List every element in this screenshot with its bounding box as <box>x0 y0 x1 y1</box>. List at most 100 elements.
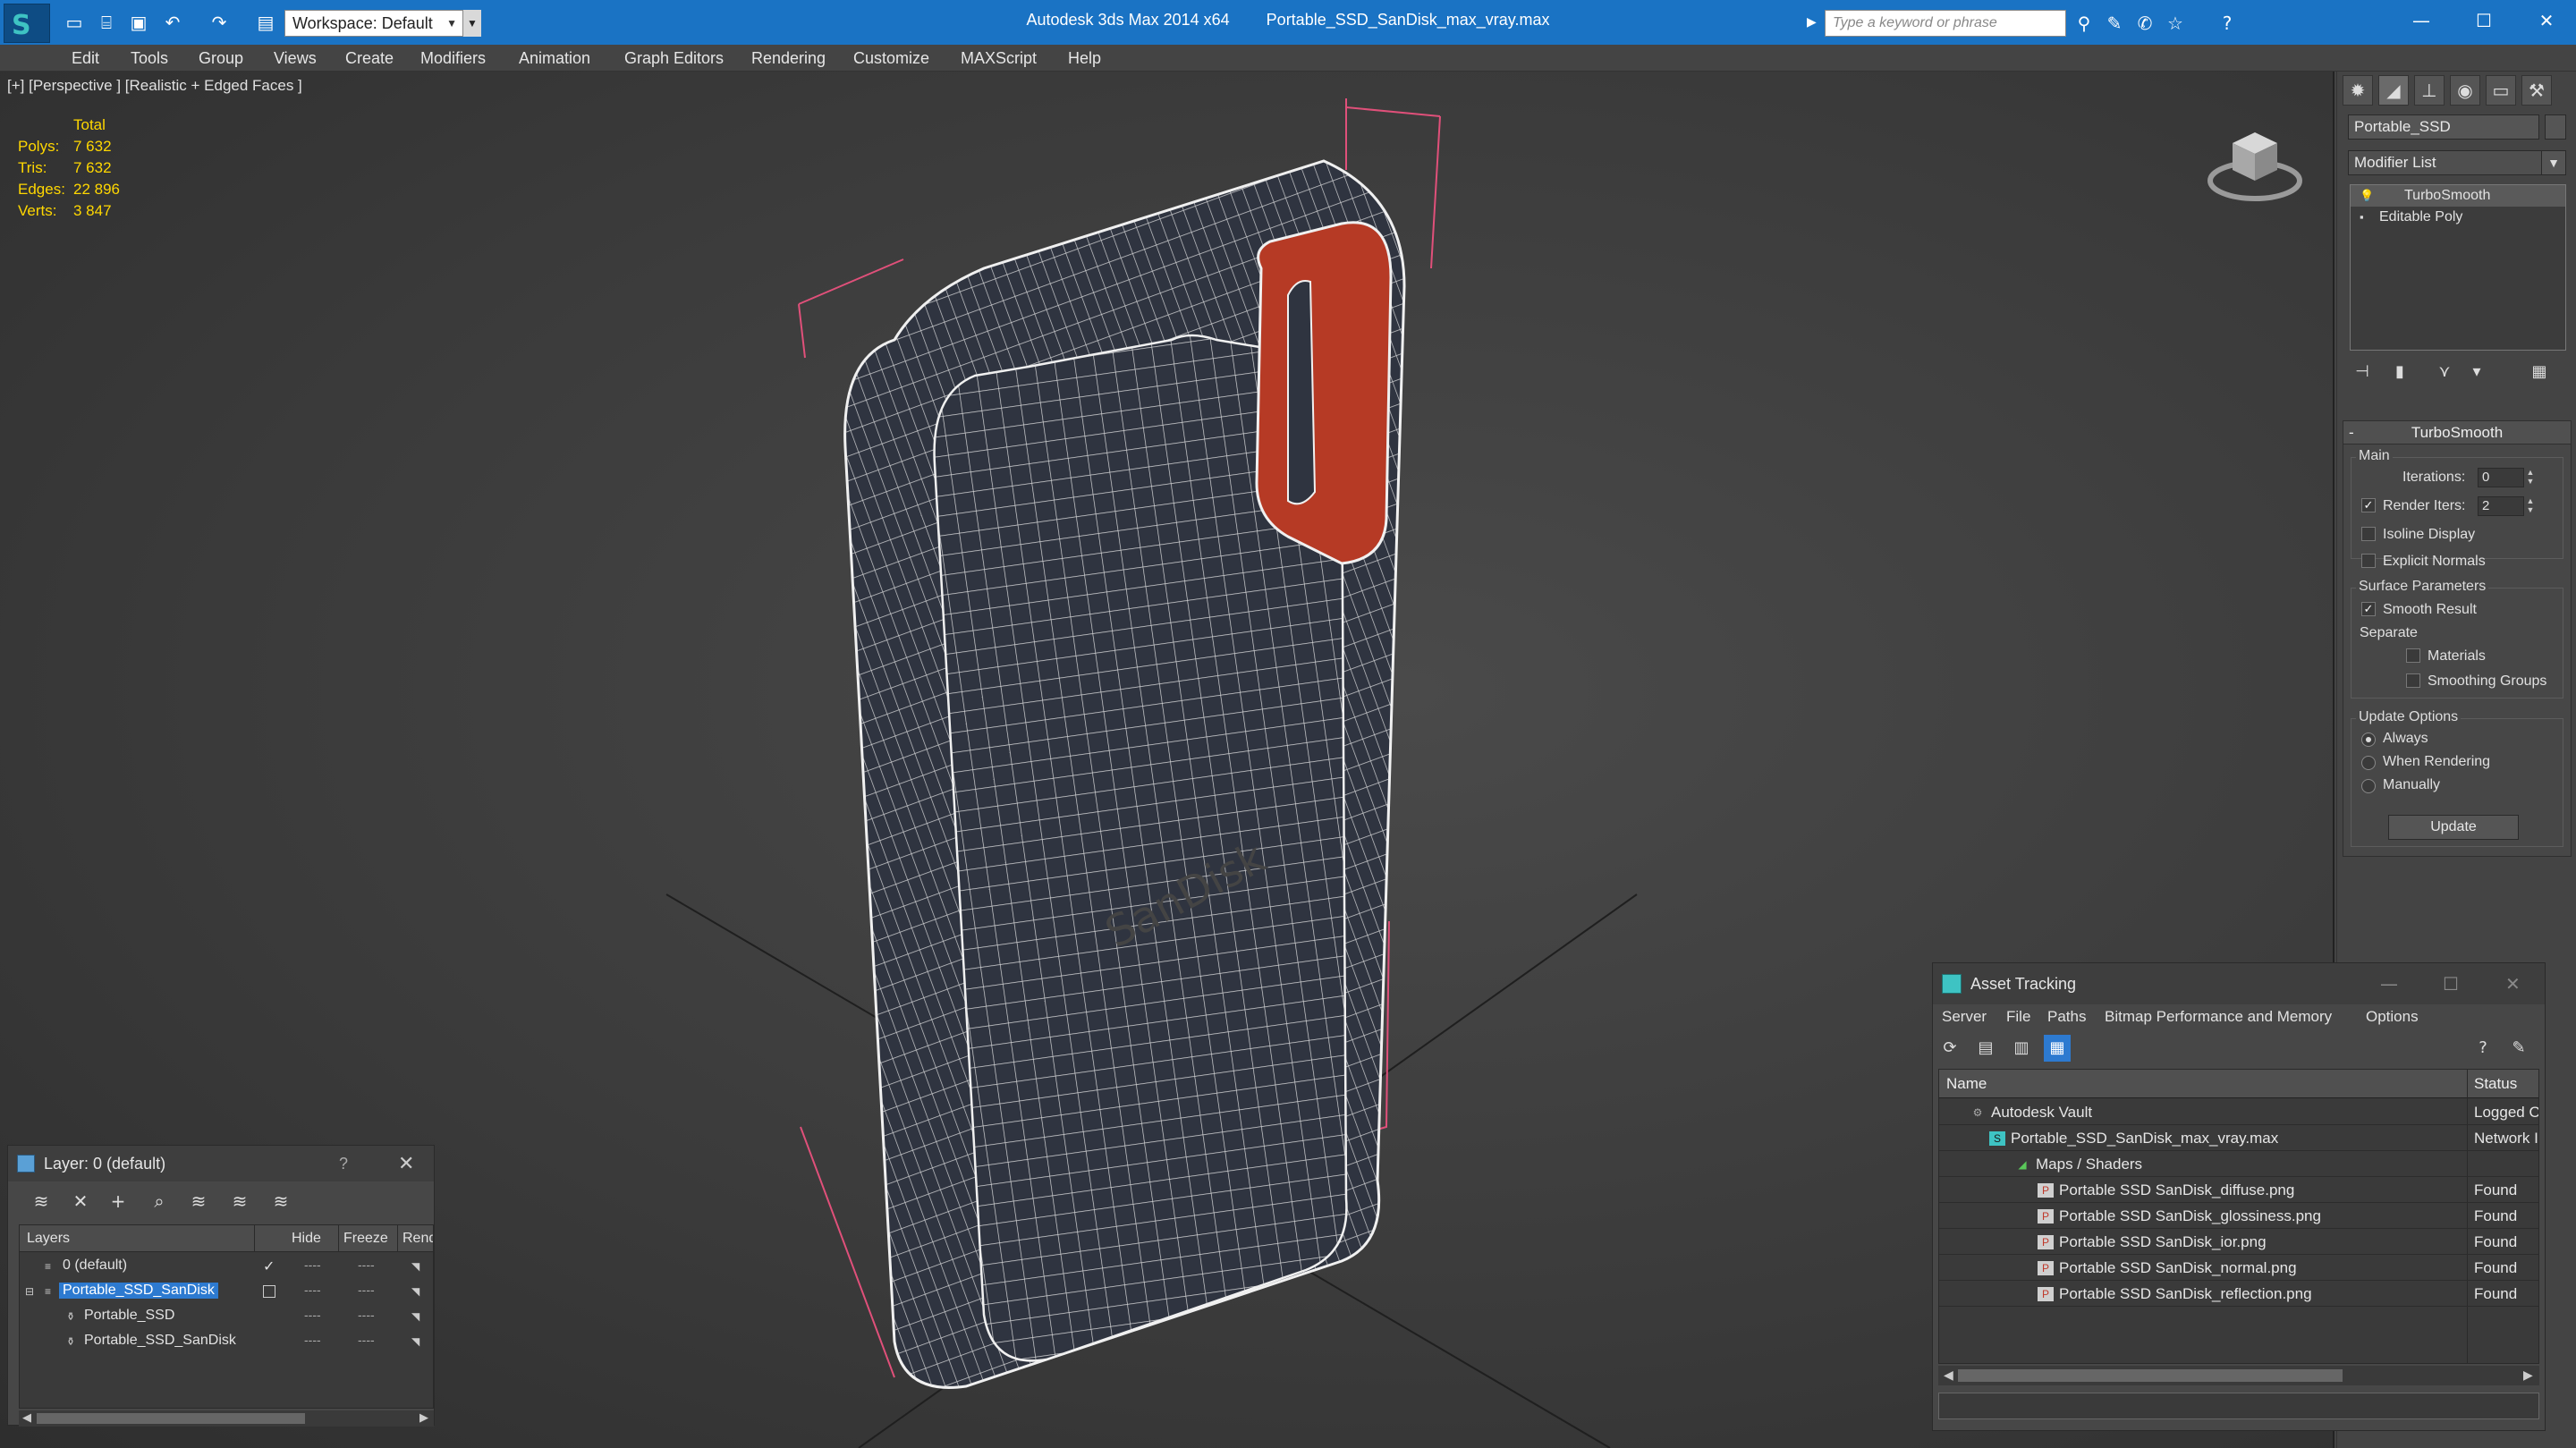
utilities-icon[interactable]: ⚒ <box>2521 75 2552 106</box>
add-selection-icon[interactable]: + <box>105 1189 131 1214</box>
freeze-all-icon[interactable]: ≋ <box>267 1189 294 1214</box>
maximize-icon[interactable]: ☐ <box>2443 963 2459 1004</box>
asset-row[interactable]: S Portable_SSD_SanDisk_max_vray.max Netw… <box>1939 1126 2538 1151</box>
render-teapot-icon[interactable]: ◥ <box>411 1335 424 1348</box>
asset-row[interactable]: P Portable SSD SanDisk_diffuse.png Found <box>1939 1178 2538 1203</box>
menu-options[interactable]: Options <box>2366 1008 2419 1026</box>
column-freeze[interactable]: Freeze <box>343 1231 388 1247</box>
column-render[interactable]: Rend <box>402 1231 433 1247</box>
menu-help[interactable]: Help <box>1068 49 1101 68</box>
scroll-right-icon[interactable]: ▶ <box>2523 1368 2533 1383</box>
spinner-arrows-icon[interactable]: ▲ ▼ <box>2524 468 2537 487</box>
object-name-field[interactable]: Portable_SSD <box>2348 114 2539 140</box>
when-rendering-radio[interactable] <box>2361 756 2376 770</box>
menu-bitmap-performance[interactable]: Bitmap Performance and Memory <box>2105 1008 2332 1026</box>
render-iters-spinner[interactable]: 2 <box>2478 496 2524 516</box>
hide-toggle[interactable]: ---- <box>304 1333 321 1347</box>
smoothing-groups-checkbox[interactable] <box>2406 673 2420 688</box>
pin-icon[interactable]: ✎ <box>2505 1035 2532 1062</box>
menu-group[interactable]: Group <box>199 49 243 68</box>
hierarchy-icon[interactable]: ⊥ <box>2414 75 2445 106</box>
hide-toggle[interactable]: ---- <box>304 1283 321 1297</box>
close-icon[interactable]: ✕ <box>398 1146 414 1181</box>
menu-customize[interactable]: Customize <box>853 49 929 68</box>
binoculars-icon[interactable]: ⚲ <box>2072 11 2097 36</box>
asset-row[interactable]: P Portable SSD SanDisk_reflection.png Fo… <box>1939 1282 2538 1307</box>
menu-file[interactable]: File <box>2006 1008 2030 1026</box>
app-menu-button[interactable]: S <box>4 4 50 43</box>
chevron-down-icon[interactable]: ▼ <box>2541 150 2566 175</box>
stack-item-turbosmooth[interactable]: 💡 TurboSmooth <box>2351 185 2565 207</box>
hide-toggle[interactable]: ---- <box>304 1257 321 1272</box>
column-status[interactable]: Status <box>2474 1075 2517 1093</box>
explicit-normals-checkbox[interactable] <box>2361 554 2376 568</box>
menu-tools[interactable]: Tools <box>131 49 168 68</box>
hide-toggle[interactable]: ---- <box>304 1308 321 1322</box>
refresh-icon[interactable]: ⟳ <box>1936 1035 1963 1062</box>
close-icon[interactable]: ✕ <box>2505 963 2521 1004</box>
render-teapot-icon[interactable]: ◥ <box>411 1260 424 1273</box>
menu-rendering[interactable]: Rendering <box>751 49 826 68</box>
asset-row[interactable]: ◢ Maps / Shaders <box>1939 1152 2538 1177</box>
search-expand-icon[interactable]: ▶ <box>1807 14 1817 30</box>
lightbulb-icon[interactable]: 💡 <box>2360 189 2374 203</box>
modifier-list-select[interactable]: Modifier List <box>2348 150 2557 175</box>
scroll-right-icon[interactable]: ▶ <box>419 1410 428 1425</box>
isoline-checkbox[interactable] <box>2361 527 2376 541</box>
layer-add-icon[interactable]: ≋ <box>28 1189 55 1214</box>
table-view-icon[interactable]: ▥ <box>2008 1035 2035 1062</box>
show-end-result-icon[interactable]: ▮ <box>2387 360 2412 385</box>
manually-radio[interactable] <box>2361 779 2376 793</box>
make-unique-icon[interactable]: ⋎ <box>2432 360 2457 385</box>
menu-server[interactable]: Server <box>1942 1008 1987 1026</box>
new-file-icon[interactable]: ▭ <box>63 11 86 34</box>
materials-checkbox[interactable] <box>2406 648 2420 663</box>
list-view-icon[interactable]: ▤ <box>1972 1035 1999 1062</box>
redo-icon[interactable]: ↷ <box>208 11 231 34</box>
menu-views[interactable]: Views <box>274 49 317 68</box>
always-radio[interactable] <box>2361 732 2376 747</box>
active-layer-check-icon[interactable]: ✓ <box>263 1257 275 1275</box>
horizontal-scrollbar[interactable]: ◀ ▶ <box>19 1410 434 1427</box>
layer-row[interactable]: ⚱ Portable_SSD ---- ---- ◥ <box>20 1304 433 1329</box>
asset-row[interactable]: P Portable SSD SanDisk_ior.png Found <box>1939 1230 2538 1255</box>
communication-icon[interactable]: ✆ <box>2132 11 2157 36</box>
viewcube-icon[interactable] <box>2206 113 2304 211</box>
highlight-layer-icon[interactable]: ≋ <box>185 1189 212 1214</box>
search-input[interactable]: Type a keyword or phrase <box>1825 10 2066 37</box>
favorites-star-icon[interactable]: ☆ <box>2163 11 2188 36</box>
freeze-toggle[interactable]: ---- <box>358 1283 375 1297</box>
viewport-label[interactable]: [+] [Perspective ] [Realistic + Edged Fa… <box>7 77 302 95</box>
hide-all-icon[interactable]: ≋ <box>226 1189 253 1214</box>
spinner-arrows-icon[interactable]: ▲ ▼ <box>2524 496 2537 516</box>
motion-icon[interactable]: ◉ <box>2450 75 2480 106</box>
render-teapot-icon[interactable]: ◥ <box>411 1310 424 1323</box>
scroll-left-icon[interactable]: ◀ <box>1944 1368 1953 1383</box>
iterations-spinner[interactable]: 0 <box>2478 468 2524 487</box>
project-folder-icon[interactable]: ▤ <box>254 11 277 34</box>
menu-modifiers[interactable]: Modifiers <box>420 49 486 68</box>
display-icon[interactable]: ▭ <box>2486 75 2516 106</box>
grid-view-icon[interactable]: ▦ <box>2044 1035 2071 1062</box>
undo-icon[interactable]: ↶ <box>161 11 184 34</box>
update-button[interactable]: Update <box>2388 815 2519 840</box>
dialog-title-bar[interactable]: Layer: 0 (default) ? ✕ <box>8 1146 434 1181</box>
horizontal-scrollbar[interactable]: ◀ ▶ <box>1938 1366 2539 1385</box>
modify-icon[interactable]: ◢ <box>2378 75 2409 106</box>
workspace-select[interactable]: Workspace: Default ▼ <box>284 10 463 37</box>
open-file-icon[interactable]: ⌸ <box>95 11 118 34</box>
freeze-toggle[interactable]: ---- <box>358 1257 375 1272</box>
layer-row[interactable]: ⊟ ≡ Portable_SSD_SanDisk ---- ---- ◥ <box>20 1279 433 1304</box>
set-active-box-icon[interactable] <box>263 1285 275 1298</box>
stack-item-editable-poly[interactable]: ▪ Editable Poly <box>2351 207 2565 228</box>
scroll-thumb[interactable] <box>37 1413 305 1424</box>
render-iters-checkbox[interactable]: ✓ <box>2361 498 2376 512</box>
menu-graph-editors[interactable]: Graph Editors <box>624 49 724 68</box>
quick-access-dropdown[interactable]: ▼ <box>463 10 481 37</box>
select-objects-icon[interactable]: ⌕ <box>146 1189 173 1214</box>
remove-modifier-icon[interactable]: ▾ <box>2464 360 2489 385</box>
modifier-stack[interactable]: 💡 TurboSmooth ▪ Editable Poly <box>2350 184 2566 351</box>
dialog-title-bar[interactable]: Asset Tracking — ☐ ✕ <box>1933 963 2545 1004</box>
freeze-toggle[interactable]: ---- <box>358 1308 375 1322</box>
help-icon[interactable]: ? <box>2470 1035 2496 1062</box>
